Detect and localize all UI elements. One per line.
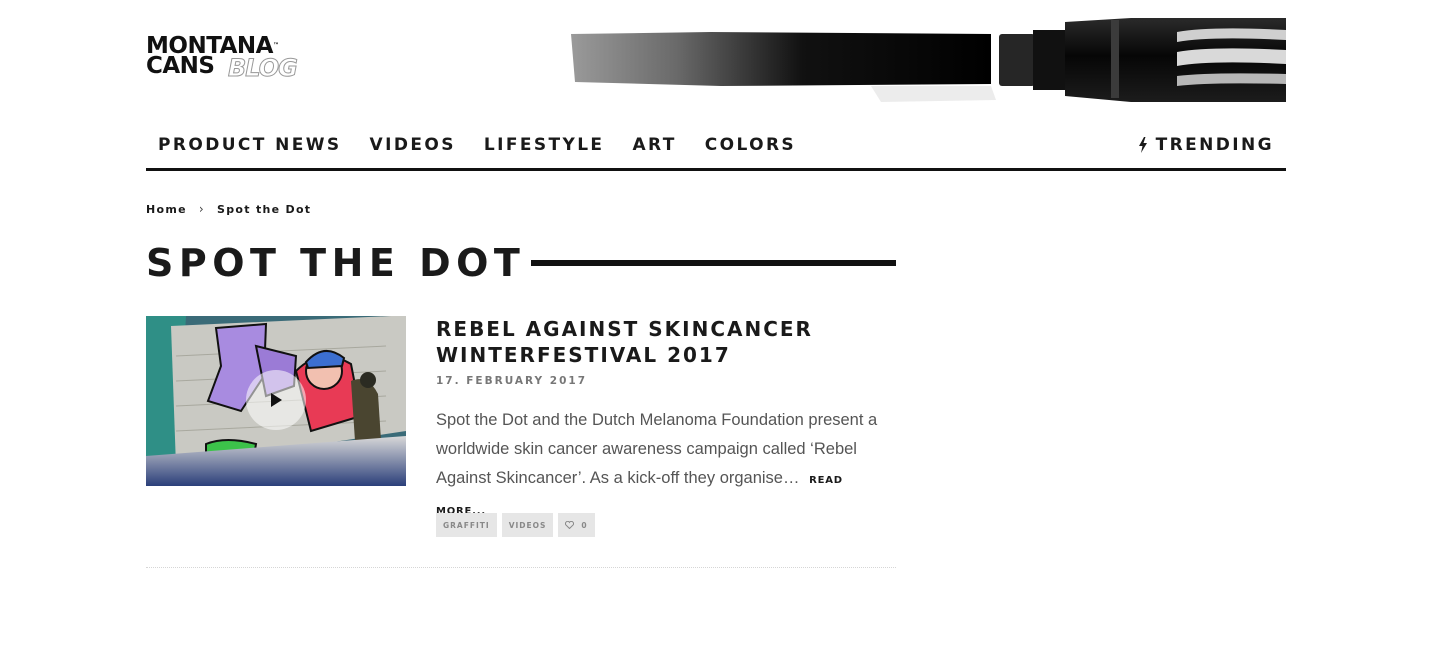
nav-item-art[interactable]: ART xyxy=(632,135,676,155)
nav-item-product-news[interactable]: PRODUCT NEWS xyxy=(158,135,342,155)
article-excerpt: Spot the Dot and the Dutch Melanoma Foun… xyxy=(436,406,896,526)
breadcrumb-current: Spot the Dot xyxy=(217,202,312,216)
logo-blog-text: BLOG xyxy=(228,54,299,83)
title-rule xyxy=(531,260,896,266)
breadcrumb-separator: › xyxy=(198,202,205,216)
like-button[interactable]: 0 xyxy=(558,513,595,537)
article-date: 17. FEBRUARY 2017 xyxy=(436,375,588,387)
tag-graffiti[interactable]: GRAFFITI xyxy=(436,513,497,537)
article-thumbnail[interactable] xyxy=(146,316,406,486)
article-tags: GRAFFITI VIDEOS 0 xyxy=(436,513,600,537)
article-title[interactable]: REBEL AGAINST SKINCANCER WINTERFESTIVAL … xyxy=(436,316,896,368)
site-logo[interactable]: MONTANA™ CANS BLOG xyxy=(146,35,306,83)
marker-banner-image xyxy=(571,18,1286,102)
lightning-icon xyxy=(1138,137,1147,153)
page-title: SPOT THE DOT xyxy=(146,241,526,285)
trending-label: TRENDING xyxy=(1155,135,1274,155)
tag-videos[interactable]: VIDEOS xyxy=(501,513,554,537)
nav-item-videos[interactable]: VIDEOS xyxy=(370,135,456,155)
nav-item-lifestyle[interactable]: LIFESTYLE xyxy=(484,135,605,155)
play-icon xyxy=(271,393,282,407)
trending-link[interactable]: TRENDING xyxy=(1138,135,1274,155)
main-navigation: PRODUCT NEWS VIDEOS LIFESTYLE ART COLORS… xyxy=(146,126,1286,171)
nav-items: PRODUCT NEWS VIDEOS LIFESTYLE ART COLORS xyxy=(158,135,824,155)
breadcrumb-home[interactable]: Home xyxy=(146,203,187,216)
like-count: 0 xyxy=(581,520,588,530)
play-button[interactable] xyxy=(246,370,306,430)
breadcrumb: Home › Spot the Dot xyxy=(146,202,311,216)
nav-item-colors[interactable]: COLORS xyxy=(705,135,796,155)
heart-icon xyxy=(565,521,575,529)
article-divider xyxy=(146,567,896,568)
